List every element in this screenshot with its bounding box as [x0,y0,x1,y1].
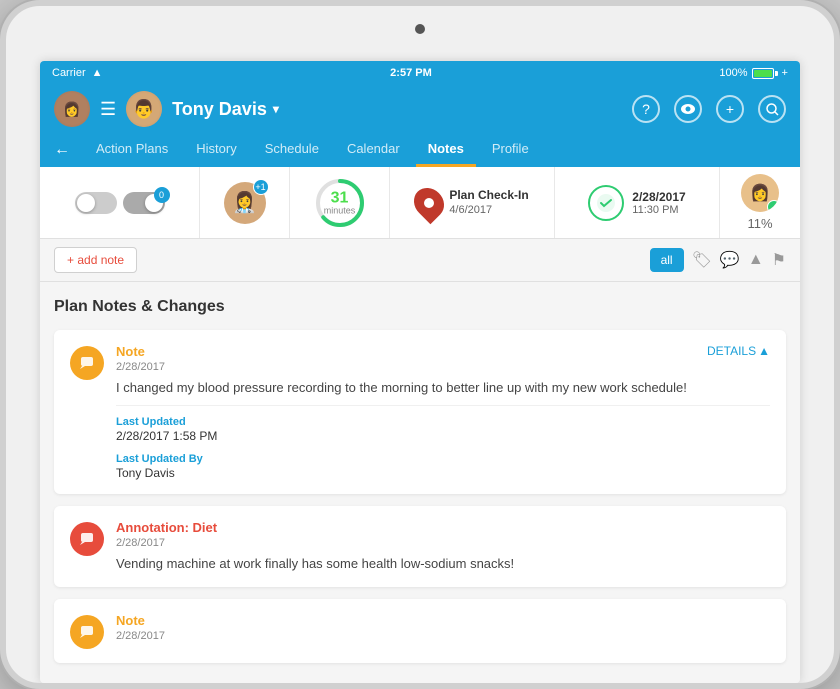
note-details-button-1[interactable]: DETAILS ▲ [707,344,770,358]
note-icon-1 [70,346,104,380]
tab-profile[interactable]: Profile [480,133,541,167]
checkin-label: Plan Check-In [449,188,528,204]
note-header-3: Note [116,613,770,628]
camera [415,24,425,34]
status-left: Carrier ▲ [52,67,103,79]
summary-circle: 31 minutes [290,167,390,238]
last-updated-by-value: Tony Davis [116,466,770,480]
toggle-badge: 0 [154,187,170,203]
note-card-2: Annotation: Diet 2/28/2017 Vending machi… [54,506,786,587]
note-text-1: I changed my blood pressure recording to… [116,379,770,397]
add-icon[interactable]: + [716,95,744,123]
summary-bar: 0 👩‍⚕️ +1 [40,167,800,239]
last-updated-label: Last Updated [116,416,770,428]
note-header-1: Note DETAILS ▲ [116,344,770,359]
tab-notes[interactable]: Notes [416,133,476,167]
note-card-1: Note DETAILS ▲ 2/28/2017 I changed my bl… [54,330,786,494]
tab-schedule[interactable]: Schedule [253,133,331,167]
checklist-info: 2/28/2017 11:30 PM [632,190,685,216]
patient-avatar-wrap: 👩‍⚕️ +1 [224,182,266,224]
checklist-time: 11:30 PM [632,204,685,216]
last-updated-by-label: Last Updated By [116,453,770,465]
user-face: 👨 [126,91,162,127]
nav-bar: ← Action Plans History Schedule Calendar… [40,133,800,167]
note-date-2: 2/28/2017 [116,537,770,549]
circle-value: 31 [324,189,356,207]
summary-checkin[interactable]: Plan Check-In 4/6/2017 [390,167,555,238]
battery-percent: 100% [719,67,747,79]
nav-back-button[interactable]: ← [54,141,70,159]
header-left: 👩 ☰ 👨 Tony Davis ▾ [54,91,279,127]
note-divider-1 [116,405,770,406]
filter-all-button[interactable]: all [650,248,684,272]
tab-action-plans[interactable]: Action Plans [84,133,180,167]
carrier-text: Carrier [52,67,86,79]
device: Carrier ▲ 2:57 PM 100% + 👩 [0,0,840,689]
user-name-header[interactable]: Tony Davis ▾ [172,99,279,120]
note-meta-by: Last Updated By Tony Davis [116,453,770,480]
tab-calendar[interactable]: Calendar [335,133,412,167]
note-body-3: Note 2/28/2017 [116,613,770,649]
note-header-2: Annotation: Diet [116,520,770,535]
header-right: ? + [632,95,786,123]
note-card-3: Note 2/28/2017 [54,599,786,663]
help-icon[interactable]: ? [632,95,660,123]
summary-checklist: 2/28/2017 11:30 PM [555,167,720,238]
hamburger-menu[interactable]: ☰ [100,99,116,120]
checkin-text: Plan Check-In 4/6/2017 [449,188,528,218]
note-type-1: Note [116,344,145,359]
checkin-date: 4/6/2017 [449,203,528,217]
last-updated-value: 2/28/2017 1:58 PM [116,429,770,443]
user-avatar[interactable]: 👨 [126,91,162,127]
pin-icon [408,181,450,223]
toggle-left[interactable] [75,192,117,214]
note-icon-2 [70,522,104,556]
filter-icons: all 🏷 💬 ▲ ⚑ [650,248,786,272]
notification-badge: +1 [253,179,269,195]
circle-label: minutes [324,206,356,216]
summary-avatar: 👩‍⚕️ +1 [200,167,290,238]
percent-value: 11% [747,216,772,231]
status-time: 2:57 PM [390,67,432,79]
summary-toggles: 0 [40,167,200,238]
header: 👩 ☰ 👨 Tony Davis ▾ ? [40,85,800,133]
circle-progress: 31 minutes [313,176,367,230]
wifi-icon: ▲ [92,67,103,79]
filter-alert-icon[interactable]: ▲ [748,251,764,269]
percent-item: 👩 ✓ 11% [741,174,779,231]
note-text-2: Vending machine at work finally has some… [116,555,770,573]
patient-face: 👩‍⚕️ [232,190,257,215]
add-note-bar: + add note all 🏷 💬 ▲ ⚑ [40,239,800,282]
note-icon-3 [70,615,104,649]
tab-history[interactable]: History [184,133,248,167]
content-area: Plan Notes & Changes Note DETAILS ▲ [40,282,800,683]
note-type-2: Annotation: Diet [116,520,217,535]
note-body-2: Annotation: Diet 2/28/2017 Vending machi… [116,520,770,573]
section-title: Plan Notes & Changes [54,298,786,316]
filter-flag-icon[interactable]: ⚑ [772,250,786,270]
note-type-3: Note [116,613,145,628]
filter-bookmark-icon[interactable]: 🏷 [692,250,712,270]
summary-percent: 👩 ✓ 11% [720,167,800,238]
add-note-button[interactable]: + add note [54,247,137,273]
plus-indicator: + [782,67,788,79]
note-meta-updated: Last Updated 2/28/2017 1:58 PM [116,416,770,443]
sidebar-avatar[interactable]: 👩 [54,91,90,127]
battery-icon [752,68,778,79]
filter-chat-icon[interactable]: 💬 [720,250,740,270]
user-dropdown-arrow[interactable]: ▾ [273,102,279,116]
percent-avatar[interactable]: 👩 ✓ [741,174,779,212]
note-body-1: Note DETAILS ▲ 2/28/2017 I changed my bl… [116,344,770,480]
checklist-date: 2/28/2017 [632,190,685,204]
search-icon[interactable] [758,95,786,123]
status-bar: Carrier ▲ 2:57 PM 100% + [40,61,800,85]
screen: Carrier ▲ 2:57 PM 100% + 👩 [40,61,800,683]
status-right: 100% + [719,67,788,79]
user-photo-small: 👩 [54,91,90,127]
eye-icon[interactable] [674,95,702,123]
note-date-1: 2/28/2017 [116,361,770,373]
checklist-icon[interactable] [588,185,624,221]
note-date-3: 2/28/2017 [116,630,770,642]
